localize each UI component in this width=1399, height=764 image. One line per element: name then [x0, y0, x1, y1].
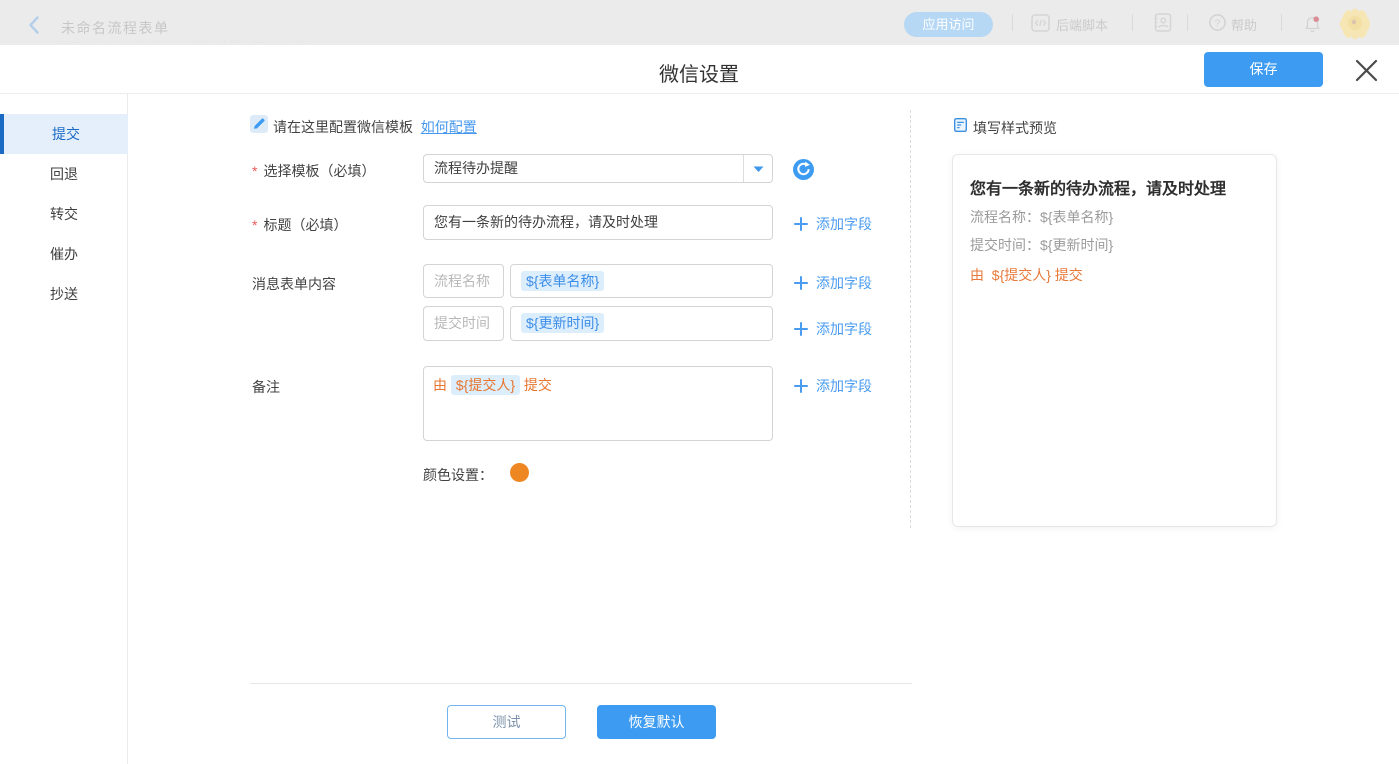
- svg-text:?: ?: [1215, 17, 1221, 29]
